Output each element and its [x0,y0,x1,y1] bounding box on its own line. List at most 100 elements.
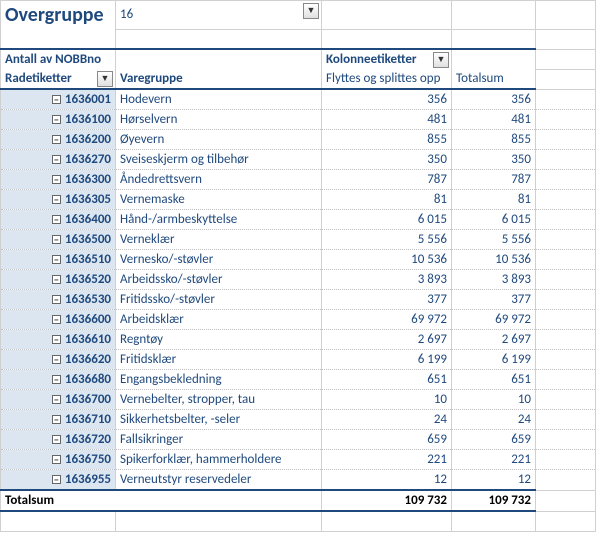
row-code-cell[interactable]: −1636300 [1,170,116,190]
row-value-total[interactable]: 350 [452,150,536,170]
row-value-total[interactable]: 855 [452,130,536,150]
row-name[interactable]: Vernesko/-støvler [116,250,322,270]
empty-cell[interactable] [536,250,596,270]
empty-cell[interactable] [536,511,596,531]
filter-icon[interactable]: ▼ [303,3,319,19]
empty-cell[interactable] [536,89,596,110]
row-value-1[interactable]: 5 556 [322,230,452,250]
row-name[interactable]: Arbeidsklær [116,310,322,330]
row-value-total[interactable]: 377 [452,290,536,310]
empty-header[interactable] [452,49,536,69]
row-value-1[interactable]: 6 015 [322,210,452,230]
empty-cell[interactable] [1,511,116,531]
measure-label[interactable]: Antall av NOBBno [1,49,116,69]
row-code-cell[interactable]: −1636720 [1,430,116,450]
empty-cell[interactable] [536,450,596,470]
row-value-total[interactable]: 5 556 [452,230,536,250]
empty-cell[interactable] [536,490,596,511]
empty-cell[interactable] [536,270,596,290]
empty-cell[interactable] [536,170,596,190]
collapse-icon[interactable]: − [52,355,61,364]
collapse-icon[interactable]: − [52,275,61,284]
row-value-total[interactable]: 2 697 [452,330,536,350]
empty-cell[interactable] [536,230,596,250]
row-value-total[interactable]: 10 [452,390,536,410]
col1-header[interactable]: Flyttes og splittes opp [322,69,452,89]
collapse-icon[interactable]: − [52,295,61,304]
row-value-total[interactable]: 69 972 [452,310,536,330]
row-value-1[interactable]: 651 [322,370,452,390]
grand-total-v1[interactable]: 109 732 [322,490,452,511]
collapse-icon[interactable]: − [52,335,61,344]
row-code-cell[interactable]: −1636305 [1,190,116,210]
row-value-1[interactable]: 81 [322,190,452,210]
row-value-1[interactable]: 787 [322,170,452,190]
empty-cell[interactable] [322,511,452,531]
row-name[interactable]: Arbeidssko/-støvler [116,270,322,290]
empty-cell[interactable] [452,511,536,531]
row-value-1[interactable]: 481 [322,110,452,130]
empty-cell[interactable] [536,370,596,390]
empty-cell[interactable] [536,470,596,491]
collapse-icon[interactable]: − [52,395,61,404]
row-code-cell[interactable]: −1636600 [1,310,116,330]
row-value-total[interactable]: 221 [452,450,536,470]
empty-cell[interactable] [536,310,596,330]
row-name[interactable]: Fritidsklær [116,350,322,370]
row-name[interactable]: Hørselvern [116,110,322,130]
row-value-total[interactable]: 787 [452,170,536,190]
collapse-icon[interactable]: − [52,475,61,484]
row-name[interactable]: Regntøy [116,330,322,350]
row-name[interactable]: Fritidssko/-støvler [116,290,322,310]
row-name[interactable]: Vernebelter, stropper, tau [116,390,322,410]
collapse-icon[interactable]: − [52,455,61,464]
row-value-1[interactable]: 10 [322,390,452,410]
empty-cell[interactable] [536,210,596,230]
collapse-icon[interactable]: − [52,215,61,224]
row-name[interactable]: Hodevern [116,89,322,110]
column-header-cell[interactable]: Kolonneetiketter ▼ [322,49,452,69]
empty-cell[interactable] [116,511,322,531]
row-name[interactable]: Sveiseskjerm og tilbehør [116,150,322,170]
empty-cell[interactable] [536,330,596,350]
empty-cell[interactable] [536,49,596,69]
grand-total-label[interactable]: Totalsum [1,490,322,511]
row-code-cell[interactable]: −1636700 [1,390,116,410]
row-value-1[interactable]: 12 [322,470,452,491]
collapse-icon[interactable]: − [52,435,61,444]
row-name[interactable]: Engangsbekledning [116,370,322,390]
row-value-1[interactable]: 24 [322,410,452,430]
collapse-icon[interactable]: − [52,255,61,264]
empty-cell[interactable] [536,190,596,210]
row-value-1[interactable]: 6 199 [322,350,452,370]
row-value-total[interactable]: 6 015 [452,210,536,230]
row-label-header[interactable]: Radetiketter ▼ [1,69,116,89]
row-code-cell[interactable]: −1636510 [1,250,116,270]
col2-header[interactable]: Totalsum [452,69,536,89]
grand-total-v2[interactable]: 109 732 [452,490,536,511]
row-value-1[interactable]: 659 [322,430,452,450]
row-value-1[interactable]: 10 536 [322,250,452,270]
row-value-1[interactable]: 356 [322,89,452,110]
collapse-icon[interactable]: − [52,155,61,164]
row-code-cell[interactable]: −1636400 [1,210,116,230]
empty-cell[interactable] [536,390,596,410]
row-code-cell[interactable]: −1636750 [1,450,116,470]
empty-cell[interactable] [322,1,452,30]
row-code-cell[interactable]: −1636680 [1,370,116,390]
row-value-1[interactable]: 2 697 [322,330,452,350]
varegruppe-header[interactable]: Varegruppe [116,69,322,89]
dropdown-icon[interactable]: ▼ [97,71,113,87]
row-value-total[interactable]: 6 199 [452,350,536,370]
row-value-total[interactable]: 24 [452,410,536,430]
row-code-cell[interactable]: −1636270 [1,150,116,170]
empty-cell[interactable] [536,430,596,450]
collapse-icon[interactable]: − [52,195,61,204]
empty-cell[interactable] [452,1,536,30]
row-name[interactable]: Verneutstyr reservedeler [116,470,322,491]
row-name[interactable]: Øyevern [116,130,322,150]
row-code-cell[interactable]: −1636710 [1,410,116,430]
row-name[interactable]: Sikkerhetsbelter, -seler [116,410,322,430]
row-value-1[interactable]: 69 972 [322,310,452,330]
row-code-cell[interactable]: −1636610 [1,330,116,350]
